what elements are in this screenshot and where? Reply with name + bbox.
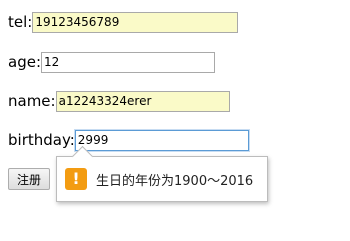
validation-tooltip: ! 生日的年份为1900～2016 <box>56 145 268 202</box>
name-label: name: <box>8 92 56 110</box>
age-label: age: <box>8 53 41 71</box>
age-input[interactable] <box>41 51 215 73</box>
birthday-input[interactable] <box>74 129 249 151</box>
age-row: age: <box>8 51 215 73</box>
birthday-label: birthday: <box>8 131 75 149</box>
birthday-row: birthday: <box>8 129 249 151</box>
tooltip-message: 生日的年份为1900～2016 <box>96 173 254 189</box>
registration-page: tel: age: name: birthday: 注册 ! 生日的年份为190… <box>0 0 350 241</box>
name-row: name: <box>8 90 230 112</box>
tel-row: tel: <box>8 11 239 33</box>
name-input[interactable] <box>55 90 230 112</box>
tel-input[interactable] <box>32 11 239 33</box>
register-button[interactable]: 注册 <box>8 168 50 190</box>
tel-label: tel: <box>8 13 33 31</box>
warning-icon: ! <box>65 168 87 190</box>
